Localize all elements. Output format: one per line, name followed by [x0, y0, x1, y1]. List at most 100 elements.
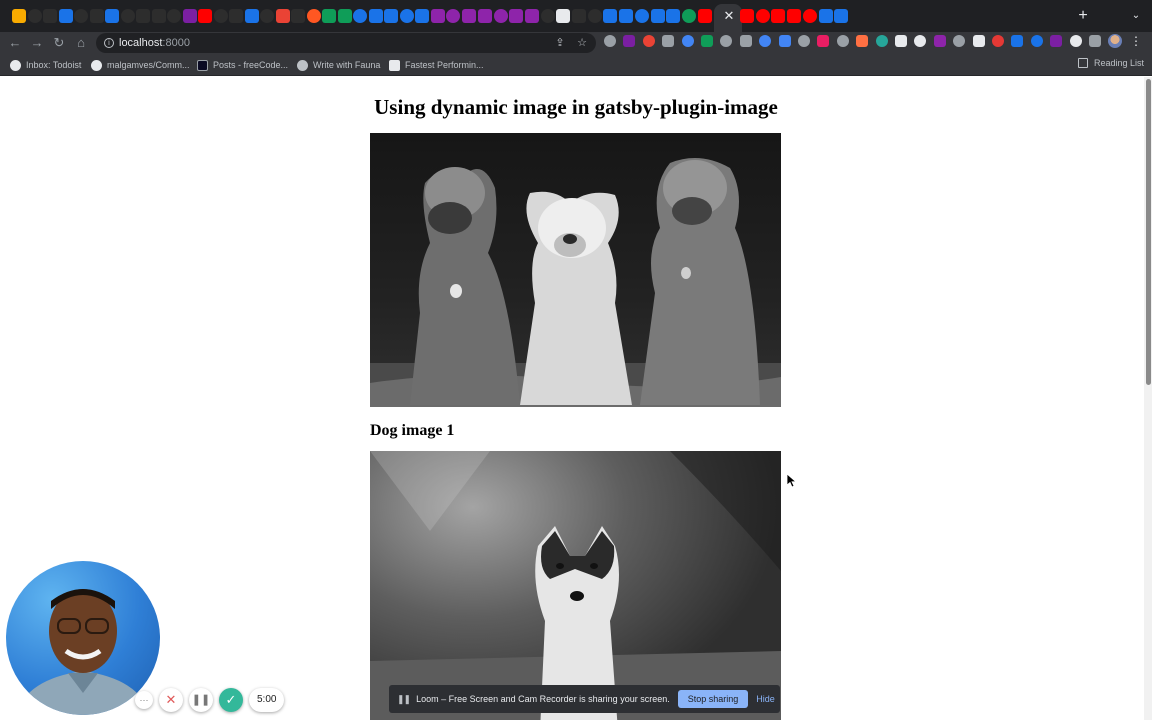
tab-favicon[interactable]: [430, 9, 445, 23]
tab-favicon[interactable]: [136, 9, 150, 23]
tab-favicon[interactable]: [291, 9, 305, 23]
tab-search-icon[interactable]: ⌄: [1130, 9, 1142, 23]
extension-icon[interactable]: [798, 35, 810, 47]
extension-icon[interactable]: [681, 35, 694, 47]
extension-icon[interactable]: [992, 35, 1004, 47]
tab-favicon[interactable]: [802, 9, 817, 23]
tab-favicon[interactable]: [322, 9, 336, 23]
drag-handle-icon[interactable]: ❚❚: [397, 694, 411, 705]
extension-icon[interactable]: [1050, 35, 1063, 47]
tab-favicon[interactable]: [12, 9, 26, 23]
loom-more-button[interactable]: ···: [135, 691, 153, 709]
tab-favicon[interactable]: [306, 9, 321, 23]
extension-icon[interactable]: [972, 35, 985, 47]
tab-favicon[interactable]: [167, 9, 181, 23]
back-icon[interactable]: ←: [7, 35, 23, 51]
tab-favicon[interactable]: [353, 9, 367, 23]
extension-icon[interactable]: [701, 35, 713, 47]
forward-icon[interactable]: →: [29, 35, 45, 51]
tab-favicon[interactable]: [43, 9, 57, 23]
tab-close-icon[interactable]: ✕: [722, 8, 736, 24]
tab-favicon[interactable]: [681, 9, 696, 23]
page-scrollbar[interactable]: [1144, 77, 1152, 720]
extension-icon[interactable]: [895, 35, 907, 47]
tab-favicon[interactable]: [524, 9, 539, 23]
tab-favicon[interactable]: [105, 9, 119, 23]
extension-icon[interactable]: [662, 35, 675, 47]
tab-favicon[interactable]: [198, 9, 212, 23]
extension-icon[interactable]: [817, 35, 830, 47]
bookmark-fastest[interactable]: Fastest Performin...: [389, 58, 484, 72]
hide-button[interactable]: Hide: [756, 694, 775, 704]
home-icon[interactable]: ⌂: [73, 35, 89, 51]
extension-icon[interactable]: [1011, 35, 1024, 47]
tab-favicon[interactable]: [666, 9, 681, 23]
tab-favicon[interactable]: [740, 9, 754, 23]
tab-favicon[interactable]: [462, 9, 477, 23]
reload-icon[interactable]: ↻: [51, 35, 67, 51]
extension-icon[interactable]: [739, 35, 752, 47]
tab-favicon[interactable]: [27, 9, 42, 23]
extension-icon[interactable]: [623, 35, 636, 47]
browser-menu-icon[interactable]: ⋮: [1130, 34, 1142, 48]
tab-favicon[interactable]: [260, 9, 274, 23]
extension-icon[interactable]: [933, 35, 946, 47]
tab-favicon[interactable]: [58, 9, 73, 23]
tab-favicon[interactable]: [697, 9, 712, 23]
bookmark-freecodecamp[interactable]: Posts - freeCode...: [197, 58, 288, 72]
url-text[interactable]: localhost:8000: [119, 36, 190, 50]
loom-cancel-button[interactable]: ✕: [159, 688, 183, 712]
bookmark-todoist[interactable]: Inbox: Todoist: [10, 58, 81, 72]
extension-icon[interactable]: [1069, 35, 1082, 47]
tab-favicon[interactable]: [120, 9, 135, 23]
tab-favicon[interactable]: [493, 9, 508, 23]
reading-list-button[interactable]: Reading List: [1078, 58, 1144, 68]
extension-icon[interactable]: [836, 35, 849, 47]
bookmark-star-icon[interactable]: ☆: [575, 36, 589, 50]
extension-icon[interactable]: [642, 35, 655, 47]
loom-finish-button[interactable]: ✓: [219, 688, 243, 712]
tab-favicon[interactable]: [399, 9, 414, 23]
address-bar[interactable]: i localhost:8000 ⇪ ☆: [96, 33, 596, 53]
tab-favicon[interactable]: [619, 9, 634, 23]
tab-favicon[interactable]: [587, 9, 602, 23]
site-info-icon[interactable]: i: [104, 38, 114, 48]
extension-icon[interactable]: [1089, 35, 1101, 47]
extension-icon[interactable]: [1030, 35, 1043, 47]
stop-sharing-button[interactable]: Stop sharing: [677, 690, 749, 708]
tab-favicon[interactable]: [415, 9, 429, 23]
tab-favicon[interactable]: [368, 9, 383, 23]
tab-favicon[interactable]: [572, 9, 586, 23]
bookmark-fauna[interactable]: Write with Fauna: [297, 58, 380, 72]
tab-favicon[interactable]: [540, 9, 555, 23]
tab-favicon[interactable]: [556, 9, 571, 23]
extension-icon[interactable]: [856, 35, 869, 47]
tab-favicon[interactable]: [771, 9, 786, 23]
tab-favicon[interactable]: [818, 9, 833, 23]
tab-favicon[interactable]: [244, 9, 259, 23]
tab-favicon[interactable]: [603, 9, 618, 23]
tab-favicon[interactable]: [650, 9, 665, 23]
extension-icon[interactable]: [604, 35, 616, 47]
tab-favicon[interactable]: [229, 9, 243, 23]
tab-favicon[interactable]: [182, 9, 197, 23]
tab-favicon[interactable]: [151, 9, 166, 23]
loom-pause-button[interactable]: ❚❚: [189, 688, 213, 712]
tab-favicon[interactable]: [275, 9, 290, 23]
tab-favicon[interactable]: [509, 9, 524, 23]
tab-favicon[interactable]: [446, 9, 461, 23]
tab-favicon[interactable]: [89, 9, 104, 23]
new-tab-button[interactable]: +: [1076, 7, 1090, 25]
bookmark-github[interactable]: malgamves/Comm...: [91, 58, 190, 72]
tab-favicon[interactable]: [213, 9, 228, 23]
tab-favicon[interactable]: [384, 9, 398, 23]
tab-favicon[interactable]: [834, 9, 849, 23]
share-icon[interactable]: ⇪: [553, 36, 567, 50]
scrollbar-thumb[interactable]: [1146, 79, 1151, 385]
tab-favicon[interactable]: [787, 9, 802, 23]
tab-favicon[interactable]: [755, 9, 770, 23]
tab-favicon[interactable]: [634, 9, 649, 23]
extension-icon[interactable]: [875, 35, 888, 47]
profile-avatar[interactable]: [1108, 34, 1122, 48]
tab-favicon[interactable]: [337, 9, 352, 23]
